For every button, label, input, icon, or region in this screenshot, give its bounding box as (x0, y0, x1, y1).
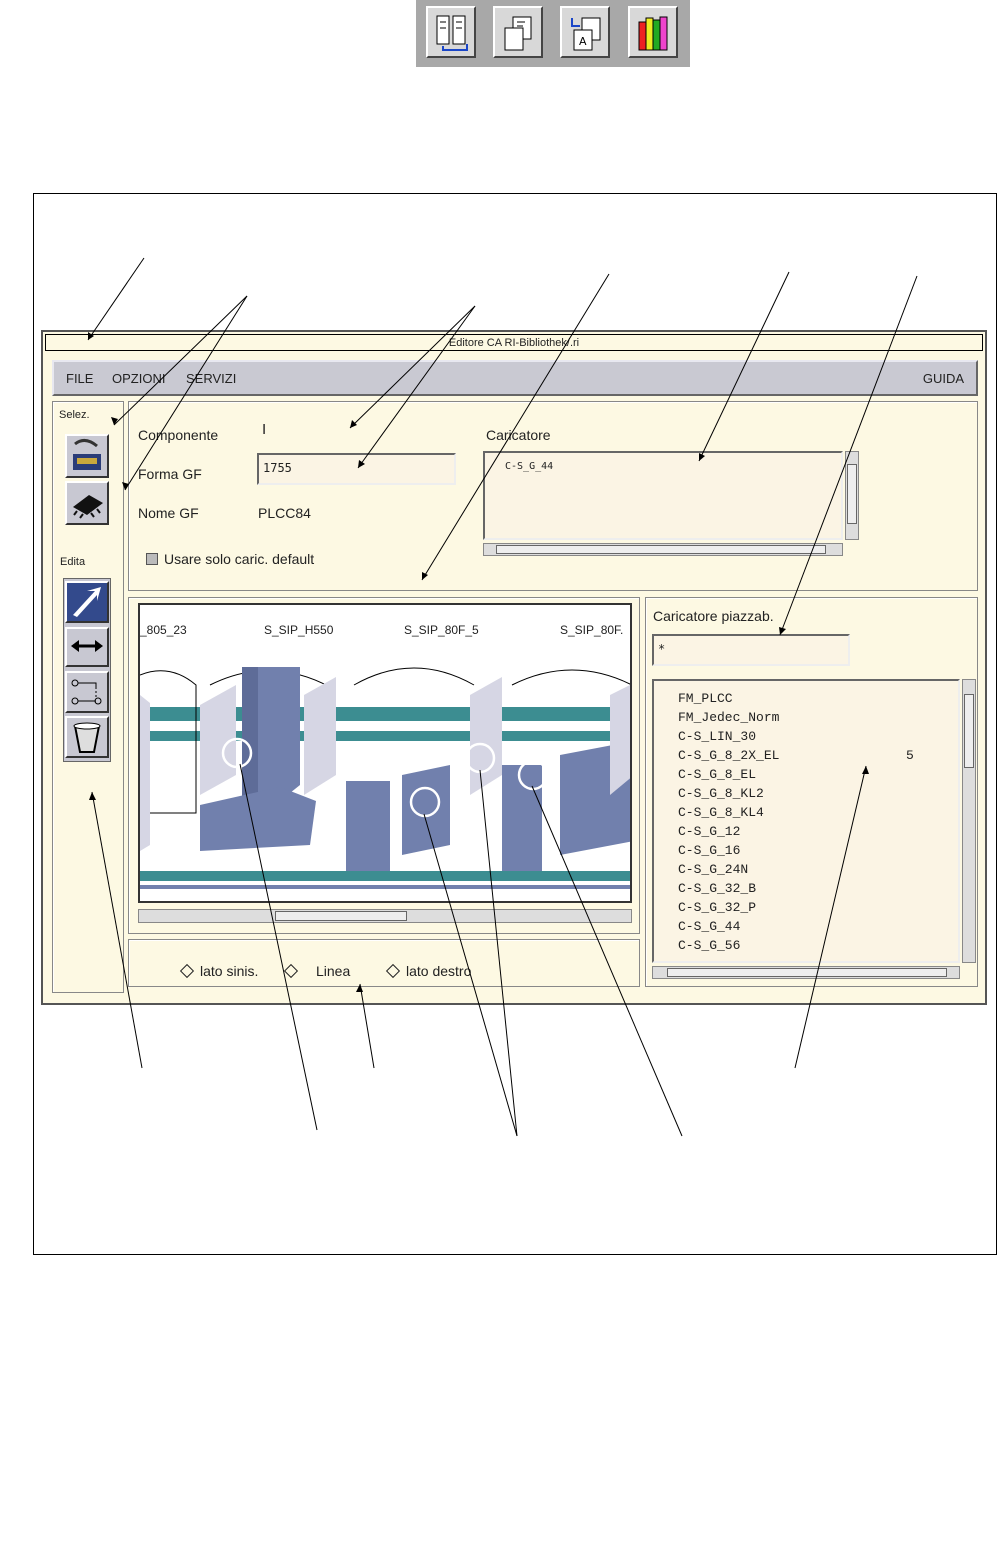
option-label: lato sinis. (200, 963, 259, 979)
list-item[interactable]: C-S_G_56 (678, 936, 934, 955)
top-toolbar: A (416, 0, 690, 67)
list-item[interactable]: C-S_G_8_2X_EL 5 (678, 746, 934, 765)
radio-diamond-icon (385, 963, 401, 979)
menu-file[interactable]: FILE (66, 371, 93, 386)
caricatore-hscroll[interactable] (483, 543, 843, 556)
move-tool-button[interactable] (65, 627, 109, 667)
feeder-illustration (140, 667, 630, 889)
connector-icon (71, 679, 102, 705)
copy-page-button[interactable] (493, 6, 543, 58)
option-label: lato destro (406, 963, 472, 979)
select-component-button[interactable] (65, 481, 109, 525)
radio-diamond-icon (179, 963, 195, 979)
svg-text:A: A (579, 35, 587, 48)
layout-view-button[interactable] (426, 6, 476, 58)
list-item[interactable]: C-S_G_32_B (678, 879, 934, 898)
import-button[interactable]: A (560, 6, 610, 58)
list-item[interactable]: C-S_LIN_30 (678, 727, 934, 746)
list-item[interactable]: C-S_G_16 (678, 841, 934, 860)
piazzab-filter-value: * (658, 642, 666, 656)
nome-label: Nome GF (138, 505, 199, 521)
option-linea[interactable]: Linea (283, 963, 351, 979)
library-books-icon (638, 16, 668, 51)
select-feeder-button[interactable] (65, 434, 109, 478)
list-item[interactable]: C-S_G_24N (678, 860, 934, 879)
option-label: Linea (316, 963, 351, 979)
canvas-hscroll[interactable] (138, 909, 632, 923)
option-lato-sinistro[interactable]: lato sinis. (179, 963, 259, 979)
piazzab-vscroll[interactable] (962, 679, 976, 963)
list-item[interactable]: C-S_G_12 (678, 822, 934, 841)
feeder-canvas[interactable]: _805_23 S_SIP_H550 S_SIP_80F_5 S_SIP_80F… (138, 603, 632, 903)
layout-view-icon (436, 15, 468, 51)
piazzab-hscroll[interactable] (652, 966, 960, 979)
trash-bin-icon (73, 722, 101, 753)
chip-icon (73, 495, 103, 519)
feeder-icon (73, 439, 101, 470)
default-only-label: Usare solo caric. default (164, 551, 315, 567)
caricatore-list[interactable]: C-S_G_44 (483, 451, 843, 540)
canvas-label-4: S_SIP_80F. (560, 623, 624, 637)
forma-label: Forma GF (138, 466, 202, 482)
window-title: Editore CA RI-Bibliothek/.ri (45, 334, 983, 351)
list-item-name: C-S_G_8_2X_EL (678, 748, 780, 763)
forma-value: 1755 (263, 461, 292, 475)
horizontal-move-icon (71, 640, 103, 652)
piazzab-list[interactable]: FM_PLCC FM_Jedec_Norm C-S_LIN_30 C-S_G_8… (652, 679, 960, 963)
list-item-count: 5 (906, 748, 914, 763)
edit-label: Edita (60, 556, 86, 568)
delete-tool-button[interactable] (65, 716, 109, 758)
canvas-label-1: _805_23 (140, 623, 187, 637)
menu-opzioni[interactable]: OPZIONI (112, 371, 165, 386)
canvas-label-3: S_SIP_80F_5 (404, 623, 479, 637)
list-item[interactable]: C-S_G_8_KL2 (678, 784, 934, 803)
menu-bar: FILE OPZIONI SERVIZI GUIDA (52, 360, 978, 396)
arrow-pointer-icon (73, 587, 101, 617)
forma-field[interactable]: 1755 (257, 453, 456, 485)
library-button[interactable] (628, 6, 678, 58)
menu-guida[interactable]: GUIDA (923, 371, 964, 386)
copy-page-icon (504, 16, 532, 51)
list-item[interactable]: C-S_G_8_EL (678, 765, 934, 784)
piazzab-label: Caricatore piazzab. (653, 608, 774, 624)
nome-value: PLCC84 (258, 505, 311, 521)
import-icon: A (571, 17, 601, 51)
list-item[interactable]: C-S_G_32_P (678, 898, 934, 917)
caricatore-vscroll[interactable] (845, 451, 859, 540)
pointer-tool-button[interactable] (65, 581, 109, 623)
componente-label: Componente (138, 427, 219, 443)
caricatore-label: Caricatore (486, 427, 551, 443)
select-label: Selez. (59, 409, 90, 421)
list-item[interactable]: C-S_G_8_KL4 (678, 803, 934, 822)
list-item[interactable]: C-S_G_44 (678, 917, 934, 936)
componente-value: I (262, 421, 267, 438)
connect-tool-button[interactable] (65, 671, 109, 713)
piazzab-filter-field[interactable]: * (652, 634, 850, 666)
caricatore-item[interactable]: C-S_G_44 (505, 461, 821, 472)
option-lato-destro[interactable]: lato destro (385, 963, 472, 979)
menu-servizi[interactable]: SERVIZI (186, 371, 236, 386)
list-item[interactable]: FM_Jedec_Norm (678, 708, 934, 727)
list-item[interactable]: FM_PLCC (678, 689, 934, 708)
default-only-checkbox[interactable] (146, 553, 158, 565)
canvas-label-2: S_SIP_H550 (264, 623, 334, 637)
radio-diamond-icon (283, 963, 299, 979)
